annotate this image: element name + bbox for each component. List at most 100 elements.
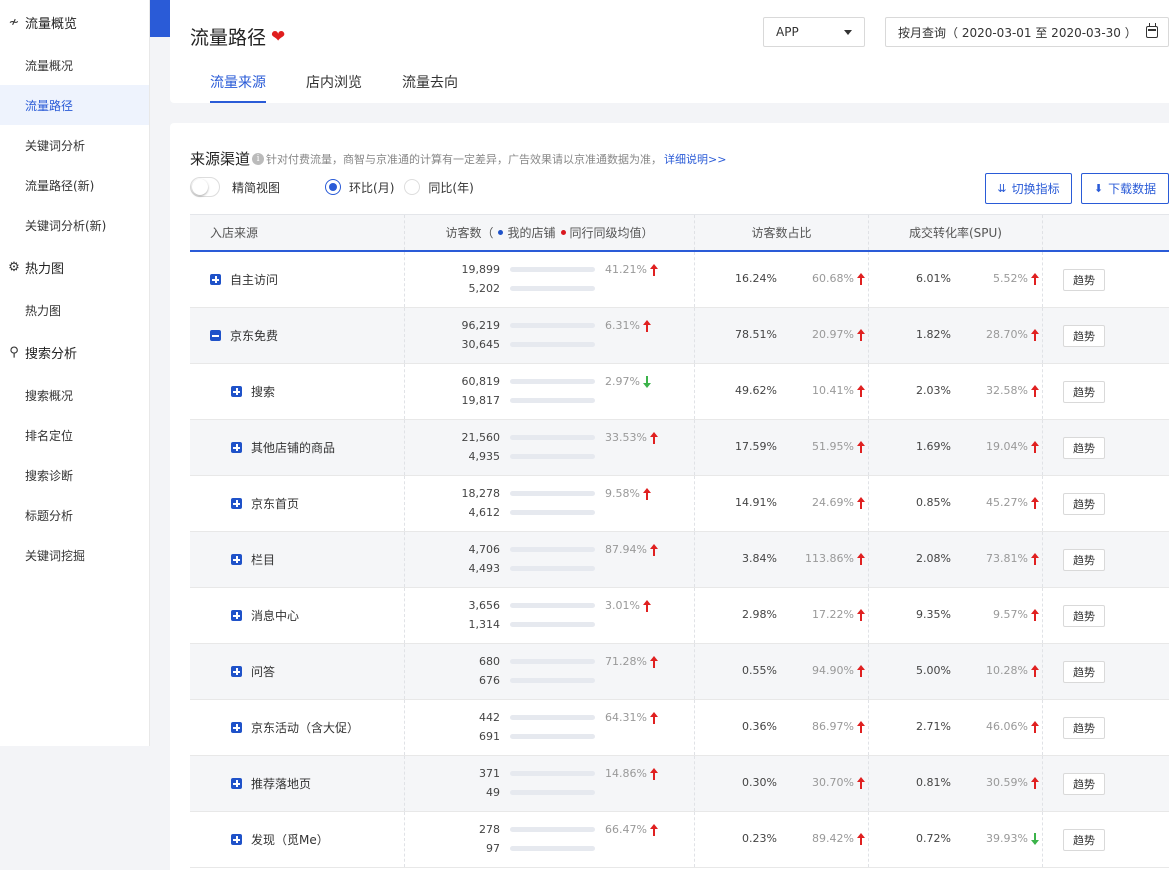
radio-month-label: 环比(月) bbox=[349, 180, 395, 195]
expand-plus-icon[interactable] bbox=[231, 554, 242, 565]
visitor-share: 16.24% bbox=[735, 272, 777, 285]
my-visitors: 60,819 bbox=[461, 375, 501, 388]
simple-view-toggle[interactable] bbox=[190, 177, 220, 197]
peer-visitors-bar bbox=[510, 734, 595, 739]
visitor-share: 14.91% bbox=[735, 496, 777, 509]
header-visitor-share[interactable]: 访客数占比 bbox=[695, 215, 869, 250]
conversion-change: 30.59% bbox=[969, 776, 1039, 789]
chevron-down-icon bbox=[844, 29, 852, 35]
source-cell: 发现（觅Me） bbox=[190, 812, 405, 867]
date-range-picker[interactable]: 按月查询（ 2020-03-01 至 2020-03-30 ） bbox=[885, 17, 1169, 47]
collapse-minus-icon[interactable] bbox=[210, 330, 221, 341]
arrow-up-icon bbox=[1031, 328, 1039, 341]
visitor-share-cell: 17.59% 51.95% bbox=[695, 420, 869, 475]
peer-visitors: 676 bbox=[479, 674, 500, 687]
trend-button[interactable]: 趋势 bbox=[1063, 380, 1105, 403]
header-actions bbox=[1043, 215, 1169, 250]
trend-button[interactable]: 趋势 bbox=[1063, 772, 1105, 795]
sidebar-item[interactable]: 关键词挖掘 bbox=[0, 535, 149, 575]
device-select[interactable]: APP bbox=[763, 17, 865, 47]
arrow-down-icon bbox=[1031, 832, 1039, 845]
conversion-cell: 6.01% 5.52% bbox=[869, 252, 1043, 307]
table-row: 其他店铺的商品 21,560 4,935 33.53% 17.59% 51.95% 1.69… bbox=[190, 420, 1169, 476]
trend-button[interactable]: 趋势 bbox=[1063, 660, 1105, 683]
switch-metrics-button[interactable]: ⇊ 切换指标 bbox=[985, 173, 1072, 204]
expand-plus-icon[interactable] bbox=[231, 498, 242, 509]
expand-plus-icon[interactable] bbox=[231, 386, 242, 397]
header-source[interactable]: 入店来源 bbox=[190, 215, 405, 250]
action-cell: 趋势 bbox=[1043, 812, 1169, 867]
my-visitors-bar bbox=[510, 491, 595, 496]
my-shop-legend-dot bbox=[498, 230, 504, 235]
trend-button[interactable]: 趋势 bbox=[1063, 716, 1105, 739]
arrow-up-icon bbox=[1031, 496, 1039, 509]
tab-traffic-source[interactable]: 流量来源 bbox=[190, 64, 286, 103]
sidebar-item[interactable]: 流量概况 bbox=[0, 45, 149, 85]
expand-plus-icon[interactable] bbox=[231, 778, 242, 789]
conversion-change: 9.57% bbox=[969, 608, 1039, 621]
expand-plus-icon[interactable] bbox=[231, 834, 242, 845]
sidebar-item[interactable]: 关键词分析 bbox=[0, 125, 149, 165]
sidebar-group-1[interactable]: ⚙ 热力图 bbox=[0, 245, 149, 290]
expand-plus-icon[interactable] bbox=[231, 442, 242, 453]
device-select-value: APP bbox=[776, 25, 799, 39]
trend-button[interactable]: 趋势 bbox=[1063, 548, 1105, 571]
conversion-change: 19.04% bbox=[969, 440, 1039, 453]
radio-month-over-month[interactable] bbox=[325, 179, 342, 195]
peer-visitors: 1,314 bbox=[468, 618, 501, 631]
peer-visitors-bar bbox=[510, 566, 595, 571]
sidebar: ≁ 流量概览 流量概况 流量路径 关键词分析 流量路径(新) 关键词分析(新) ⚙ 热力图 热力图… bbox=[0, 0, 150, 746]
arrow-up-icon bbox=[649, 711, 658, 724]
trend-button[interactable]: 趋势 bbox=[1063, 268, 1105, 291]
expand-plus-icon[interactable] bbox=[231, 722, 242, 733]
download-data-button[interactable]: ⬇ 下载数据 bbox=[1081, 173, 1169, 204]
double-chevron-down-icon: ⇊ bbox=[997, 182, 1007, 195]
sidebar-item[interactable]: 标题分析 bbox=[0, 495, 149, 535]
visitors-change: 3.01% bbox=[605, 599, 651, 612]
conversion-rate: 9.35% bbox=[916, 608, 951, 621]
visitor-share-cell: 0.30% 30.70% bbox=[695, 756, 869, 811]
sidebar-item[interactable]: 搜索概况 bbox=[0, 375, 149, 415]
sidebar-item[interactable]: 关键词分析(新) bbox=[0, 205, 149, 245]
visitor-share-cell: 14.91% 24.69% bbox=[695, 476, 869, 531]
trend-button[interactable]: 趋势 bbox=[1063, 324, 1105, 347]
peer-visitors-bar bbox=[510, 342, 595, 347]
trend-button[interactable]: 趋势 bbox=[1063, 828, 1105, 851]
detail-link[interactable]: 详细说明>> bbox=[664, 151, 726, 167]
sidebar-group-0[interactable]: ≁ 流量概览 bbox=[0, 0, 149, 45]
tab-in-store-browse[interactable]: 店内浏览 bbox=[286, 64, 382, 103]
visitor-share-change: 24.69% bbox=[795, 496, 865, 509]
tab-traffic-destination[interactable]: 流量去向 bbox=[382, 64, 478, 103]
sidebar-item[interactable]: 热力图 bbox=[0, 290, 149, 330]
conversion-change: 46.06% bbox=[969, 720, 1039, 733]
visitor-share-cell: 49.62% 10.41% bbox=[695, 364, 869, 419]
arrow-up-icon bbox=[857, 496, 865, 509]
arrow-up-icon bbox=[857, 608, 865, 621]
visitors-change: 2.97% bbox=[605, 375, 651, 388]
expand-plus-icon[interactable] bbox=[210, 274, 221, 285]
trend-button[interactable]: 趋势 bbox=[1063, 604, 1105, 627]
sidebar-item[interactable]: 搜索诊断 bbox=[0, 455, 149, 495]
header-conversion-rate[interactable]: 成交转化率(SPU) bbox=[869, 215, 1043, 250]
favorite-heart-icon[interactable]: ❤ bbox=[271, 27, 285, 47]
trend-button[interactable]: 趋势 bbox=[1063, 492, 1105, 515]
sidebar-item[interactable]: 流量路径(新) bbox=[0, 165, 149, 205]
visitor-share: 3.84% bbox=[742, 552, 777, 565]
peer-visitors: 5,202 bbox=[468, 282, 501, 295]
arrow-up-icon bbox=[857, 776, 865, 789]
expand-plus-icon[interactable] bbox=[231, 666, 242, 677]
action-cell: 趋势 bbox=[1043, 252, 1169, 307]
trend-button[interactable]: 趋势 bbox=[1063, 436, 1105, 459]
sidebar-item[interactable]: 流量路径 bbox=[0, 85, 149, 125]
expand-plus-icon[interactable] bbox=[231, 610, 242, 621]
peer-visitors: 4,935 bbox=[468, 450, 501, 463]
sidebar-group-2[interactable]: ⚲ 搜索分析 bbox=[0, 330, 149, 375]
header-visitors[interactable]: 访客数（ 我的店铺 同行同级均值 ） bbox=[405, 215, 695, 250]
arrow-up-icon bbox=[649, 767, 658, 780]
info-icon[interactable]: i bbox=[252, 152, 265, 165]
radio-year-over-year[interactable] bbox=[404, 179, 421, 195]
sidebar-item[interactable]: 排名定位 bbox=[0, 415, 149, 455]
arrow-up-icon bbox=[1031, 664, 1039, 677]
visitor-share: 2.98% bbox=[742, 608, 777, 621]
peer-visitors-bar bbox=[510, 678, 595, 683]
